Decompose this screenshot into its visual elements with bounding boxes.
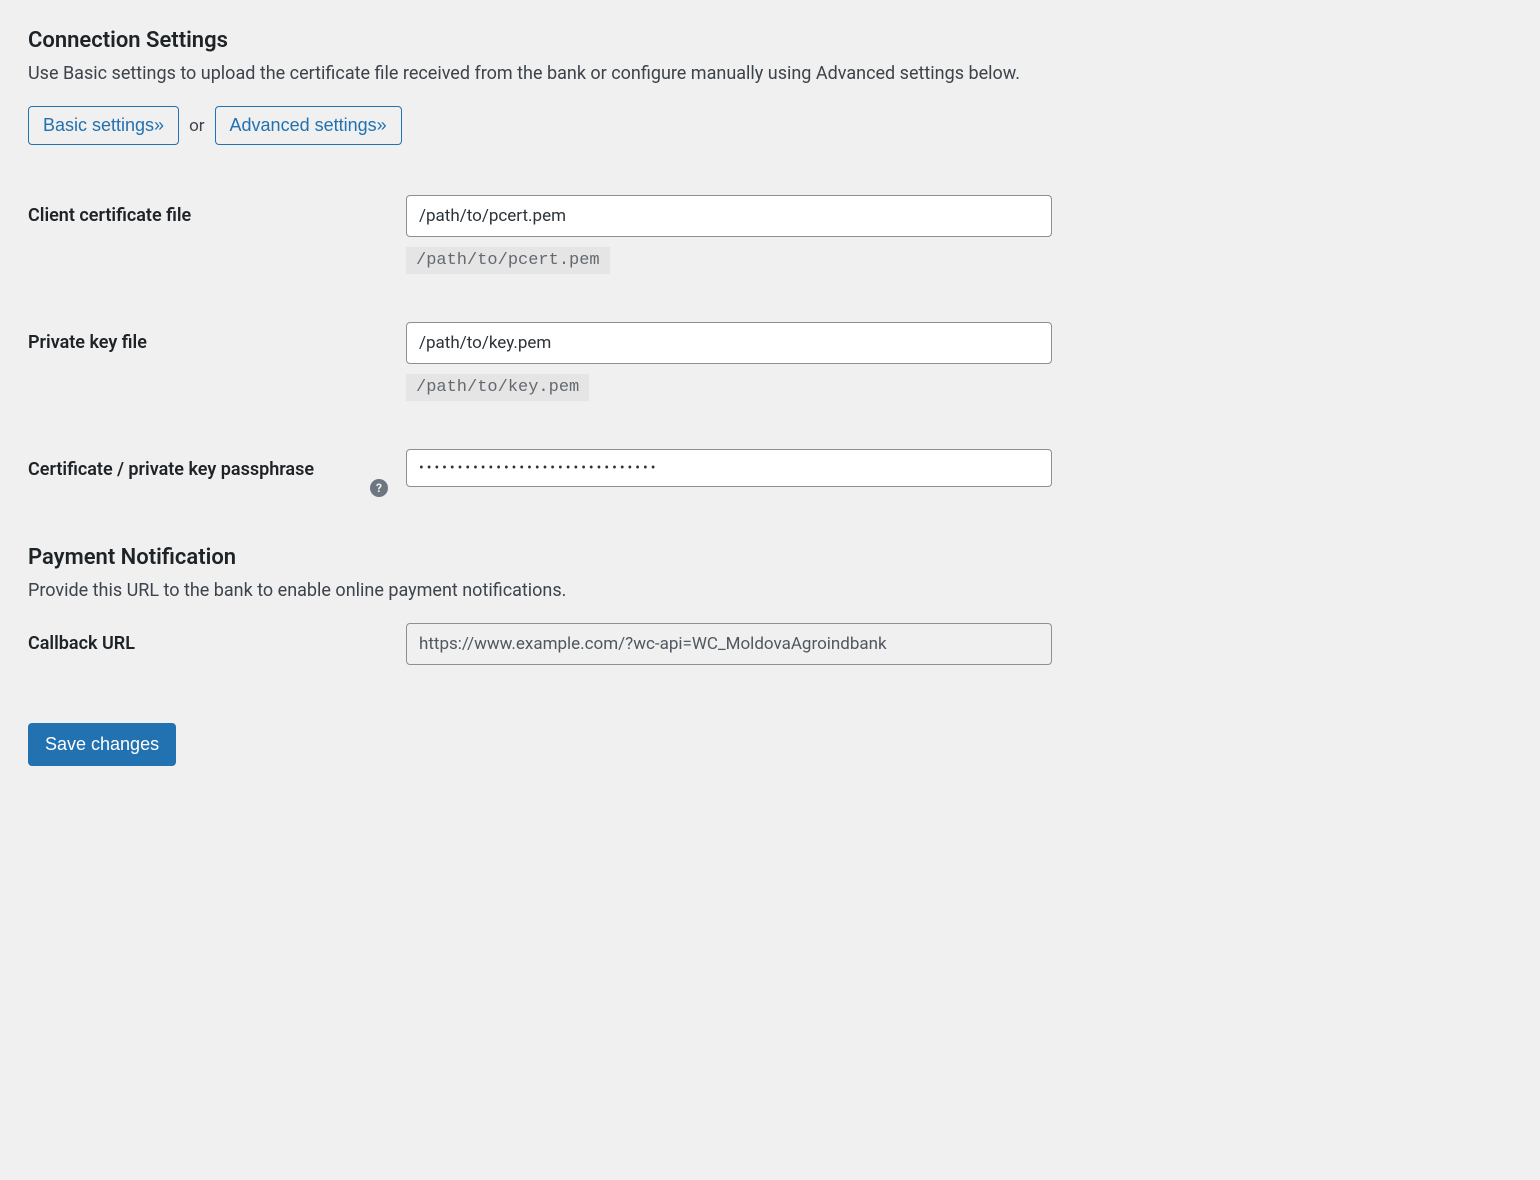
settings-mode-buttons: Basic settings» or Advanced settings» bbox=[28, 106, 1512, 145]
client-cert-hint: /path/to/pcert.pem bbox=[406, 247, 610, 274]
or-text: or bbox=[189, 116, 204, 136]
connection-settings-description: Use Basic settings to upload the certifi… bbox=[28, 63, 1512, 84]
private-key-hint: /path/to/key.pem bbox=[406, 374, 589, 401]
connection-settings-heading: Connection Settings bbox=[28, 28, 1512, 53]
private-key-input[interactable] bbox=[406, 322, 1052, 364]
callback-url-input[interactable] bbox=[406, 623, 1052, 665]
payment-notification-description: Provide this URL to the bank to enable o… bbox=[28, 580, 1512, 601]
save-changes-button[interactable]: Save changes bbox=[28, 723, 176, 766]
advanced-settings-button[interactable]: Advanced settings» bbox=[215, 106, 402, 145]
passphrase-input[interactable] bbox=[406, 449, 1052, 487]
callback-url-label: Callback URL bbox=[28, 633, 388, 654]
passphrase-row: Certificate / private key passphrase ? bbox=[28, 449, 1512, 497]
private-key-label: Private key file bbox=[28, 332, 388, 353]
callback-url-row: Callback URL bbox=[28, 623, 1512, 665]
payment-notification-heading: Payment Notification bbox=[28, 545, 1512, 570]
client-cert-row: Client certificate file /path/to/pcert.p… bbox=[28, 195, 1512, 274]
client-cert-input[interactable] bbox=[406, 195, 1052, 237]
passphrase-label: Certificate / private key passphrase bbox=[28, 459, 370, 480]
private-key-row: Private key file /path/to/key.pem bbox=[28, 322, 1512, 401]
help-icon[interactable]: ? bbox=[370, 479, 388, 497]
client-cert-label: Client certificate file bbox=[28, 205, 388, 226]
basic-settings-button[interactable]: Basic settings» bbox=[28, 106, 179, 145]
